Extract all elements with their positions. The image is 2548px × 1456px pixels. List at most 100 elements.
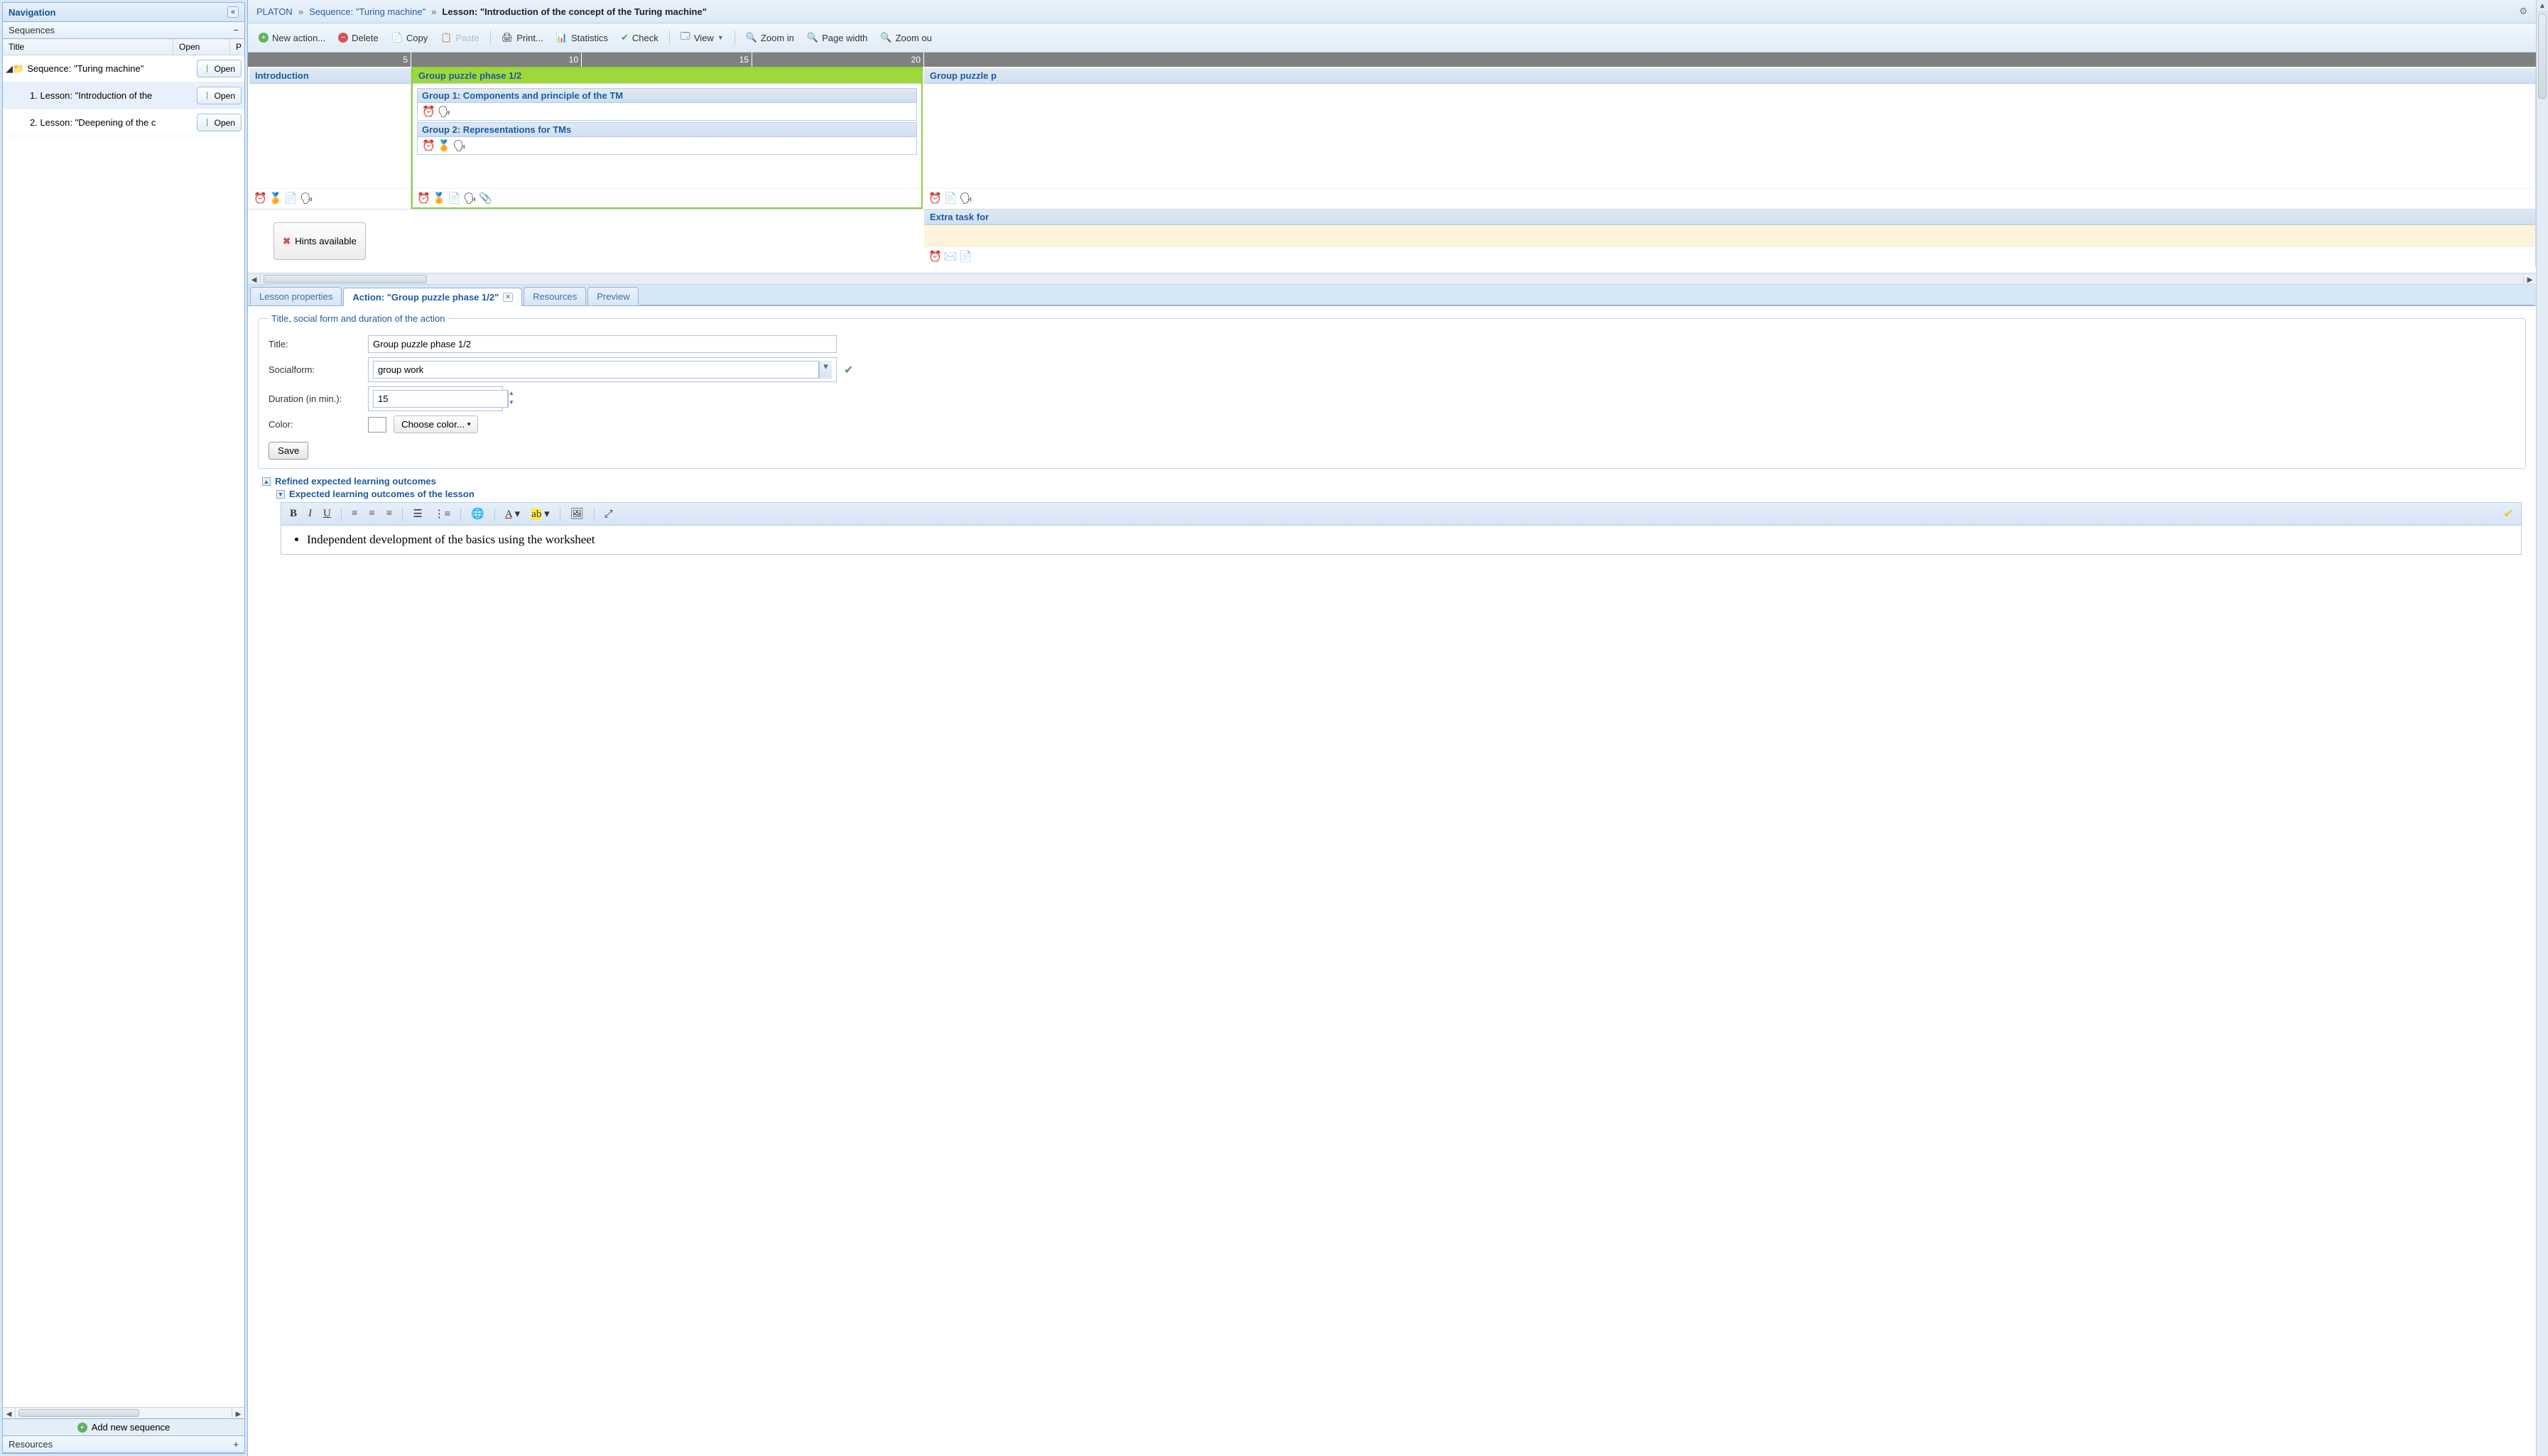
- tree-row-sequence[interactable]: ◢ 📁 Sequence: "Turing machine" ⼁Open: [3, 55, 244, 82]
- zoom-out-icon: 🔍: [880, 32, 891, 43]
- rte-editor[interactable]: Independent development of the basics us…: [281, 526, 2522, 555]
- award-icon: 🏅: [438, 139, 451, 152]
- resources-subheader[interactable]: Resources +: [3, 1435, 244, 1453]
- fieldset-legend: Title, social form and duration of the a…: [269, 313, 448, 324]
- collapse-down-icon[interactable]: ▼: [276, 490, 285, 499]
- breadcrumb-sequence[interactable]: Sequence: "Turing machine": [309, 6, 425, 17]
- delete-button[interactable]: −Delete: [333, 31, 384, 45]
- mail-icon: ✉️: [944, 250, 958, 263]
- block-group-puzzle-2[interactable]: Group puzzle p ⏰ 📄 🗣: [923, 67, 2536, 209]
- hints-button[interactable]: ✖ Hints available: [273, 222, 366, 260]
- open-label: Open: [215, 91, 235, 101]
- clock-icon: ⏰: [254, 192, 267, 205]
- view-icon: 🗔: [681, 30, 690, 45]
- highlight-button[interactable]: ab ▾: [527, 506, 553, 522]
- ordered-list-button[interactable]: ☰: [408, 506, 426, 522]
- award-icon: 🏅: [269, 192, 283, 205]
- x-icon: ✖: [283, 236, 291, 247]
- color-label: Color:: [269, 419, 361, 430]
- link-button[interactable]: 🌐: [467, 506, 489, 522]
- subgroup-1[interactable]: Group 1: Components and principle of the…: [417, 88, 917, 121]
- tab-lesson-properties[interactable]: Lesson properties: [250, 287, 342, 305]
- tab-action[interactable]: Action: "Group puzzle phase 1/2" ×: [343, 288, 522, 306]
- clock-icon: ⏰: [422, 105, 435, 118]
- text-color-button[interactable]: A ▾: [501, 506, 524, 522]
- duration-input[interactable]: [373, 390, 508, 408]
- tab-preview[interactable]: Preview: [587, 287, 639, 305]
- sequences-subheader[interactable]: Sequences −: [3, 22, 244, 39]
- legend-refined-outcomes[interactable]: ▲ Refined expected learning outcomes: [262, 476, 2526, 487]
- underline-button[interactable]: U: [319, 506, 335, 521]
- block-title: Extra task for: [924, 210, 2535, 225]
- label: Choose color...: [401, 419, 465, 430]
- label: Delete: [352, 33, 379, 43]
- block-group-puzzle-1[interactable]: Group puzzle phase 1/2 Group 1: Componen…: [411, 67, 923, 209]
- view-button[interactable]: 🗔View ▼: [676, 28, 729, 48]
- statistics-button[interactable]: 📊Statistics: [551, 30, 613, 45]
- open-button[interactable]: ⼁Open: [197, 114, 242, 131]
- label: Zoom ou: [896, 33, 932, 43]
- italic-button[interactable]: I: [304, 506, 316, 521]
- chevron-down-icon[interactable]: ▾: [819, 361, 832, 379]
- navigation-header[interactable]: Navigation «: [3, 3, 244, 22]
- main-vscrollbar[interactable]: ▲: [2536, 0, 2548, 1456]
- new-action-button[interactable]: +New action...: [254, 31, 330, 45]
- tab-label: Action: "Group puzzle phase 1/2": [352, 292, 499, 303]
- zoom-in-button[interactable]: 🔍Zoom in: [741, 30, 799, 45]
- open-button[interactable]: ⼁Open: [197, 87, 242, 104]
- zoom-out-button[interactable]: 🔍 Zoom ou: [875, 30, 937, 45]
- fullscreen-button[interactable]: ⤢: [600, 506, 617, 522]
- title-input[interactable]: [368, 335, 837, 353]
- open-button[interactable]: ⼁Open: [197, 60, 242, 77]
- tree-toggle-icon[interactable]: ◢: [6, 63, 13, 75]
- duration-spinner[interactable]: ▲ ▼: [368, 386, 503, 411]
- collapse-up-icon[interactable]: ▲: [262, 477, 271, 486]
- separator: [734, 31, 735, 45]
- align-center-button[interactable]: ≡: [364, 506, 379, 521]
- close-icon[interactable]: ×: [503, 293, 513, 302]
- tree-row-lesson-2[interactable]: 2. Lesson: "Deepening of the c ⼁Open: [3, 109, 244, 136]
- minus-icon[interactable]: −: [233, 25, 239, 36]
- tree-hscrollbar[interactable]: ◄►: [3, 1407, 244, 1418]
- timeline-ruler: 5 10 15 20: [248, 53, 2536, 67]
- collapse-icon[interactable]: «: [227, 6, 239, 18]
- image-button[interactable]: 🖼: [566, 506, 588, 522]
- paste-icon: 📋: [440, 32, 452, 43]
- breadcrumb-root[interactable]: PLATON: [256, 6, 293, 17]
- check-icon: ✔: [844, 363, 853, 377]
- check-icon: ✔: [2503, 506, 2517, 521]
- spinner-down-icon[interactable]: ▼: [508, 399, 514, 408]
- copy-button[interactable]: 📄Copy: [386, 30, 433, 45]
- canvas-hscrollbar[interactable]: ◄►: [248, 273, 2536, 285]
- save-button[interactable]: Save: [269, 442, 308, 460]
- legend-expected-outcomes[interactable]: ▼ Expected learning outcomes of the less…: [276, 489, 2526, 499]
- align-right-button[interactable]: ≡: [382, 506, 396, 521]
- align-left-button[interactable]: ≡: [347, 506, 362, 521]
- print-button[interactable]: 🖨Print...: [497, 30, 548, 45]
- socialform-input[interactable]: [373, 361, 819, 379]
- add-sequence-label: Add new sequence: [92, 1422, 170, 1433]
- socialform-combo[interactable]: ▾: [368, 357, 837, 382]
- plus-icon[interactable]: +: [233, 1439, 239, 1450]
- spinner-up-icon[interactable]: ▲: [508, 390, 514, 399]
- open-label: Open: [215, 64, 235, 74]
- zoom-in-icon: 🔍: [746, 32, 757, 43]
- gear-icon[interactable]: ⚙: [2519, 6, 2527, 17]
- person-speech-icon: 🗣: [438, 105, 451, 118]
- choose-color-button[interactable]: Choose color... ▾: [394, 415, 478, 433]
- check-button[interactable]: ✔Check: [616, 30, 663, 45]
- subgroup-2[interactable]: Group 2: Representations for TMs ⏰ 🏅 🗣: [417, 122, 917, 155]
- separator: [669, 31, 670, 45]
- block-introduction[interactable]: Introduction ⏰ 🏅 📄 🗣: [248, 67, 411, 209]
- bold-button[interactable]: B: [286, 506, 301, 521]
- add-sequence-button[interactable]: + Add new sequence: [3, 1418, 244, 1435]
- block-title: Group puzzle p: [924, 68, 2535, 84]
- subgroup-title: Group 1: Components and principle of the…: [418, 89, 916, 103]
- clock-icon: ⏰: [928, 192, 942, 205]
- block-extra-task[interactable]: Extra task for ⏰ ✉️ 📄: [923, 209, 2536, 267]
- unordered-list-button[interactable]: ⋮≡: [430, 506, 455, 522]
- page-width-button[interactable]: 🔍Page width: [802, 30, 873, 45]
- tab-resources[interactable]: Resources: [524, 287, 586, 305]
- tree-row-lesson-1[interactable]: 1. Lesson: "Introduction of the ⼁Open: [3, 82, 244, 109]
- tree-label: 2. Lesson: "Deepening of the c: [30, 117, 197, 128]
